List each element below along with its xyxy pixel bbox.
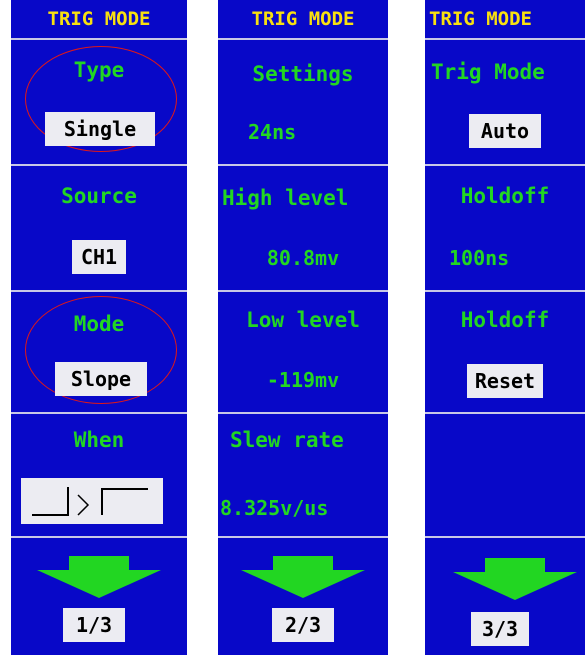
trig-mode-label: Trig Mode <box>431 60 545 84</box>
type-value[interactable]: Single <box>45 112 155 146</box>
low-level-label: Low level <box>246 308 360 332</box>
holdoff-label: Holdoff <box>460 184 550 208</box>
page-indicator: 2/3 <box>272 608 334 642</box>
menu-item-low-level[interactable]: Low level -119mv <box>218 292 388 412</box>
menu-item-type[interactable]: Type Single <box>11 40 187 164</box>
settings-label: Settings <box>252 62 354 86</box>
menu-item-holdoff-time[interactable]: Holdoff 100ns <box>425 166 585 290</box>
menu-item-when[interactable]: When <box>11 414 187 536</box>
menu-item-trig-mode[interactable]: Trig Mode Auto <box>425 40 585 164</box>
next-page-control[interactable]: 3/3 <box>425 538 585 655</box>
down-arrow-icon[interactable] <box>241 556 365 598</box>
source-label: Source <box>61 184 137 208</box>
menu-item-settings[interactable]: Settings 24ns <box>218 40 388 164</box>
slew-rate-label: Slew rate <box>230 428 344 452</box>
holdoff-reset-button[interactable]: Reset <box>467 364 543 398</box>
trig-mode-menu-page-3: TRIG MODE Trig Mode Auto Holdoff 100ns H… <box>425 0 585 655</box>
holdoff-value: 100ns <box>449 246 510 270</box>
menu-item-empty <box>425 414 585 536</box>
down-arrow-icon[interactable] <box>37 556 161 598</box>
next-page-control[interactable]: 1/3 <box>11 538 187 655</box>
type-label: Type <box>73 58 125 82</box>
menu-title: TRIG MODE <box>47 8 151 30</box>
menu-item-source[interactable]: Source CH1 <box>11 166 187 290</box>
trig-mode-value[interactable]: Auto <box>469 114 541 148</box>
mode-label: Mode <box>73 312 125 336</box>
menu-item-mode[interactable]: Mode Slope <box>11 292 187 412</box>
menu-item-high-level[interactable]: High level 80.8mv <box>218 166 388 290</box>
low-level-value: -119mv <box>266 368 340 392</box>
holdoff-reset-label: Holdoff <box>460 308 550 332</box>
page-indicator: 3/3 <box>471 612 529 646</box>
menu-item-holdoff-reset[interactable]: Holdoff Reset <box>425 292 585 412</box>
trig-mode-menu-page-1: TRIG MODE Type Single Source CH1 Mode Sl… <box>11 0 187 655</box>
high-level-label: High level <box>222 186 349 210</box>
menu-title: TRIG MODE <box>251 8 355 30</box>
slew-rate-value: 8.325v/us <box>220 496 329 520</box>
when-value[interactable] <box>21 478 163 524</box>
high-level-value: 80.8mv <box>266 246 340 270</box>
menu-item-slew-rate[interactable]: Slew rate 8.325v/us <box>218 414 388 536</box>
mode-value[interactable]: Slope <box>55 362 147 396</box>
rising-edge-slope-icon <box>32 487 148 516</box>
menu-title: TRIG MODE <box>429 8 532 30</box>
next-page-control[interactable]: 2/3 <box>218 538 388 655</box>
source-value[interactable]: CH1 <box>72 240 126 274</box>
down-arrow-icon[interactable] <box>453 558 577 600</box>
trig-mode-menu-page-2: TRIG MODE Settings 24ns High level 80.8m… <box>218 0 388 655</box>
settings-value: 24ns <box>248 120 297 144</box>
when-label: When <box>73 428 125 452</box>
page-indicator: 1/3 <box>63 608 125 642</box>
